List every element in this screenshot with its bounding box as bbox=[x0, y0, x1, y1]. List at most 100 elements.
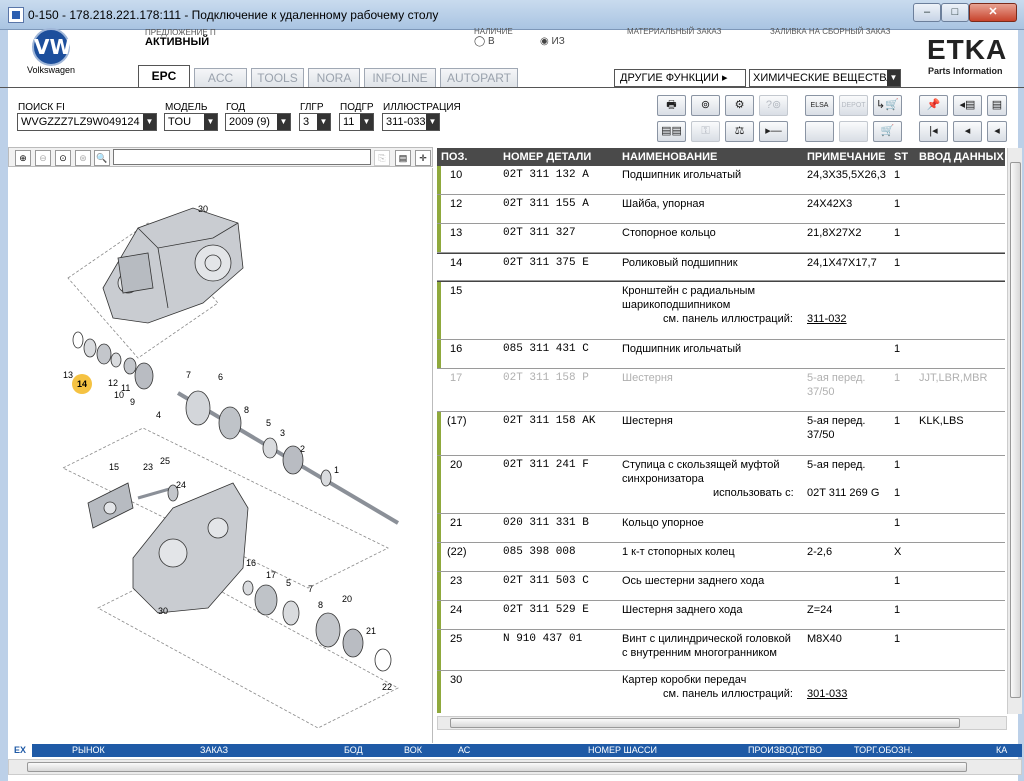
sub-group-select[interactable]: 11 ▼ bbox=[339, 113, 374, 131]
tab-infoline[interactable]: INFOLINE bbox=[364, 68, 436, 87]
callout-label: 25 bbox=[160, 456, 170, 466]
prev-button[interactable]: ◂ bbox=[953, 121, 982, 142]
arrow-line-button[interactable]: ▸— bbox=[759, 121, 788, 142]
vehicle-button[interactable]: ⚙ bbox=[725, 95, 754, 116]
prev-page-button[interactable]: ◂▤ bbox=[953, 95, 982, 116]
magnifier-icon[interactable]: 🔍 bbox=[94, 150, 110, 166]
table-row[interactable]: 23 02T 311 503 C Ось шестерни заднего хо… bbox=[437, 572, 1005, 601]
table-row[interactable]: (17) 02T 311 158 AK Шестерня 5-ая перед.… bbox=[437, 412, 1005, 456]
brand-name: Volkswagen bbox=[27, 65, 76, 75]
window-title: 0-150 - 178.218.221.178:111 - Подключени… bbox=[28, 8, 439, 22]
table-row[interactable]: 12 02T 311 155 A Шайба, упорная 24X42X3 … bbox=[437, 195, 1005, 224]
callout-label: 22 bbox=[382, 682, 392, 692]
status-market: РЫНОК bbox=[72, 745, 105, 755]
disc-button[interactable]: ⊚ bbox=[691, 95, 720, 116]
status-order: ЗАКАЗ bbox=[200, 745, 229, 755]
tab-epc[interactable]: EPC bbox=[138, 65, 190, 88]
table-row-inactive[interactable]: 17 02T 311 158 P Шестерня 5-ая перед. 37… bbox=[437, 369, 1005, 412]
window-horizontal-scrollbar[interactable] bbox=[8, 759, 1022, 775]
col-note[interactable]: ПРИМЕЧАНИЕ bbox=[807, 148, 886, 166]
table-horizontal-scrollbar[interactable] bbox=[437, 716, 1007, 730]
col-part-number[interactable]: НОМЕР ДЕТАЛИ bbox=[503, 148, 591, 166]
col-model[interactable]: ВВОД ДАННЫХ ПО МОДЕЛИ bbox=[919, 148, 1005, 166]
scroll-thumb[interactable] bbox=[27, 762, 967, 772]
scroll-thumb[interactable] bbox=[450, 718, 960, 728]
exploded-view-illustration[interactable]: 30 13 14 12 11 10 9 4 7 6 8 5 3 2 1 15 2… bbox=[8, 168, 433, 743]
table-row[interactable]: 13 02T 311 327 Стопорное кольцо 21,8X27X… bbox=[437, 224, 1005, 253]
back-button[interactable]: ◂ bbox=[987, 121, 1007, 142]
depot-button[interactable]: DEPOT bbox=[839, 95, 868, 116]
key-button[interactable]: ⚿ bbox=[691, 121, 720, 142]
callout-label: 20 bbox=[342, 594, 352, 604]
split-icon[interactable]: ✛ bbox=[415, 150, 431, 166]
table-row[interactable]: 15 Кронштейн с радиальным шарикоподшипни… bbox=[437, 282, 1005, 340]
status-bod: БОД bbox=[344, 745, 363, 755]
model-select[interactable]: TOU ▼ bbox=[164, 113, 218, 131]
illustration-select[interactable]: 311-033 ▼ bbox=[382, 113, 440, 131]
layout-icon[interactable]: ▤ bbox=[395, 150, 411, 166]
copy-icon[interactable]: ⎘ bbox=[374, 150, 390, 166]
callout-label: 4 bbox=[156, 410, 161, 420]
callout-label: 16 bbox=[246, 558, 256, 568]
page-button[interactable]: ▤ bbox=[987, 95, 1007, 116]
table-row[interactable]: 30 Картер коробки передач см. панель илл… bbox=[437, 671, 1005, 713]
year-label: ГОД bbox=[226, 102, 246, 113]
year-select[interactable]: 2009 (9) ▼ bbox=[225, 113, 291, 131]
first-button[interactable]: |◂ bbox=[919, 121, 948, 142]
table-row[interactable]: 21 020 311 331 B Кольцо упорное 1 bbox=[437, 514, 1005, 543]
tab-tools[interactable]: TOOLS bbox=[251, 68, 304, 87]
doc-disabled-button[interactable] bbox=[839, 121, 868, 142]
other-functions-button[interactable]: ДРУГИЕ ФУНКЦИИ ▸ bbox=[614, 69, 746, 87]
model-label: МОДЕЛЬ bbox=[165, 102, 208, 113]
callout-label: 5 bbox=[286, 578, 291, 588]
table-row[interactable]: (22) 085 398 008 1 к-т стопорных колец 2… bbox=[437, 543, 1005, 572]
status-corner-icon: EX bbox=[8, 744, 32, 757]
minimize-button[interactable]: – bbox=[913, 3, 941, 22]
zoom-in-icon[interactable]: ⊕ bbox=[15, 150, 31, 166]
print-button[interactable]: 🖶 bbox=[657, 95, 686, 116]
tab-autopart[interactable]: AUTOPART bbox=[440, 68, 518, 87]
close-button[interactable]: ✕ bbox=[969, 3, 1017, 22]
search-fi-label: ПОИСК FI bbox=[18, 102, 65, 113]
list-button[interactable]: ▤▤ bbox=[657, 121, 686, 142]
callout-label: 23 bbox=[143, 462, 153, 472]
col-pos[interactable]: ПОЗ. bbox=[441, 148, 467, 166]
table-row[interactable]: 24 02T 311 529 E Шестерня заднего хода Z… bbox=[437, 601, 1005, 630]
illustration-link[interactable]: 301-033 bbox=[807, 688, 847, 700]
table-row-selected[interactable]: 14 02T 311 375 E Роликовый подшипник 24,… bbox=[437, 253, 1005, 282]
scale-button[interactable]: ⚖ bbox=[725, 121, 754, 142]
table-row[interactable]: 25 N 910 437 01 Винт с цилиндрической го… bbox=[437, 630, 1005, 671]
cart-add-button[interactable]: ↳🛒 bbox=[873, 95, 902, 116]
parts-table: ПОЗ. НОМЕР ДЕТАЛИ НАИМЕНОВАНИЕ ПРИМЕЧАНИ… bbox=[437, 148, 1005, 714]
help-disc-button[interactable]: ?⊚ bbox=[759, 95, 788, 116]
main-group-select[interactable]: 3 ▼ bbox=[299, 113, 331, 131]
radio-iz[interactable]: ◉ ИЗ bbox=[540, 36, 565, 47]
pin-button[interactable]: 📌 bbox=[919, 95, 948, 116]
remote-desktop-icon bbox=[8, 7, 24, 23]
table-header: ПОЗ. НОМЕР ДЕТАЛИ НАИМЕНОВАНИЕ ПРИМЕЧАНИ… bbox=[437, 148, 1005, 166]
table-vertical-scrollbar[interactable] bbox=[1007, 148, 1022, 714]
status-bar: EX РЫНОК ЗАКАЗ БОД ВОК АС НОМЕР ШАССИ ПР… bbox=[8, 744, 1022, 757]
scroll-thumb[interactable] bbox=[1010, 162, 1021, 698]
radio-v[interactable]: ◯ В bbox=[474, 36, 495, 47]
table-row[interactable]: 10 02T 311 132 A Подшипник игольчатый 24… bbox=[437, 166, 1005, 195]
chemicals-select[interactable]: ХИМИЧЕСКИЕ ВЕЩЕСТВА ▼ bbox=[749, 69, 901, 87]
tab-acc[interactable]: ACC bbox=[194, 68, 247, 87]
zoom-fit-icon[interactable]: ⊙ bbox=[55, 150, 71, 166]
table-row[interactable]: 20 02T 311 241 F Ступица с скользящей му… bbox=[437, 456, 1005, 514]
col-st[interactable]: ST bbox=[894, 148, 908, 166]
maximize-button[interactable]: □ bbox=[941, 3, 969, 22]
illustration-link[interactable]: 311-032 bbox=[807, 313, 847, 325]
elsa-button[interactable]: ELSA bbox=[805, 95, 834, 116]
table-row[interactable]: 16 085 311 431 C Подшипник игольчатый 1 bbox=[437, 340, 1005, 369]
search-fi-input[interactable]: WVGZZZ7LZ9W049124 ▼ bbox=[17, 113, 157, 131]
status-vok: ВОК bbox=[404, 745, 422, 755]
illustration-search-input[interactable] bbox=[113, 149, 371, 165]
zoom-out-icon[interactable]: ⊖ bbox=[35, 150, 51, 166]
cart-button[interactable]: 🛒 bbox=[873, 121, 902, 142]
doc-button[interactable] bbox=[805, 121, 834, 142]
zoom-area-icon[interactable]: ⊛ bbox=[75, 150, 91, 166]
callout-label: 9 bbox=[130, 397, 135, 407]
tab-nora[interactable]: NORA bbox=[308, 68, 360, 87]
col-name[interactable]: НАИМЕНОВАНИЕ bbox=[622, 148, 717, 166]
